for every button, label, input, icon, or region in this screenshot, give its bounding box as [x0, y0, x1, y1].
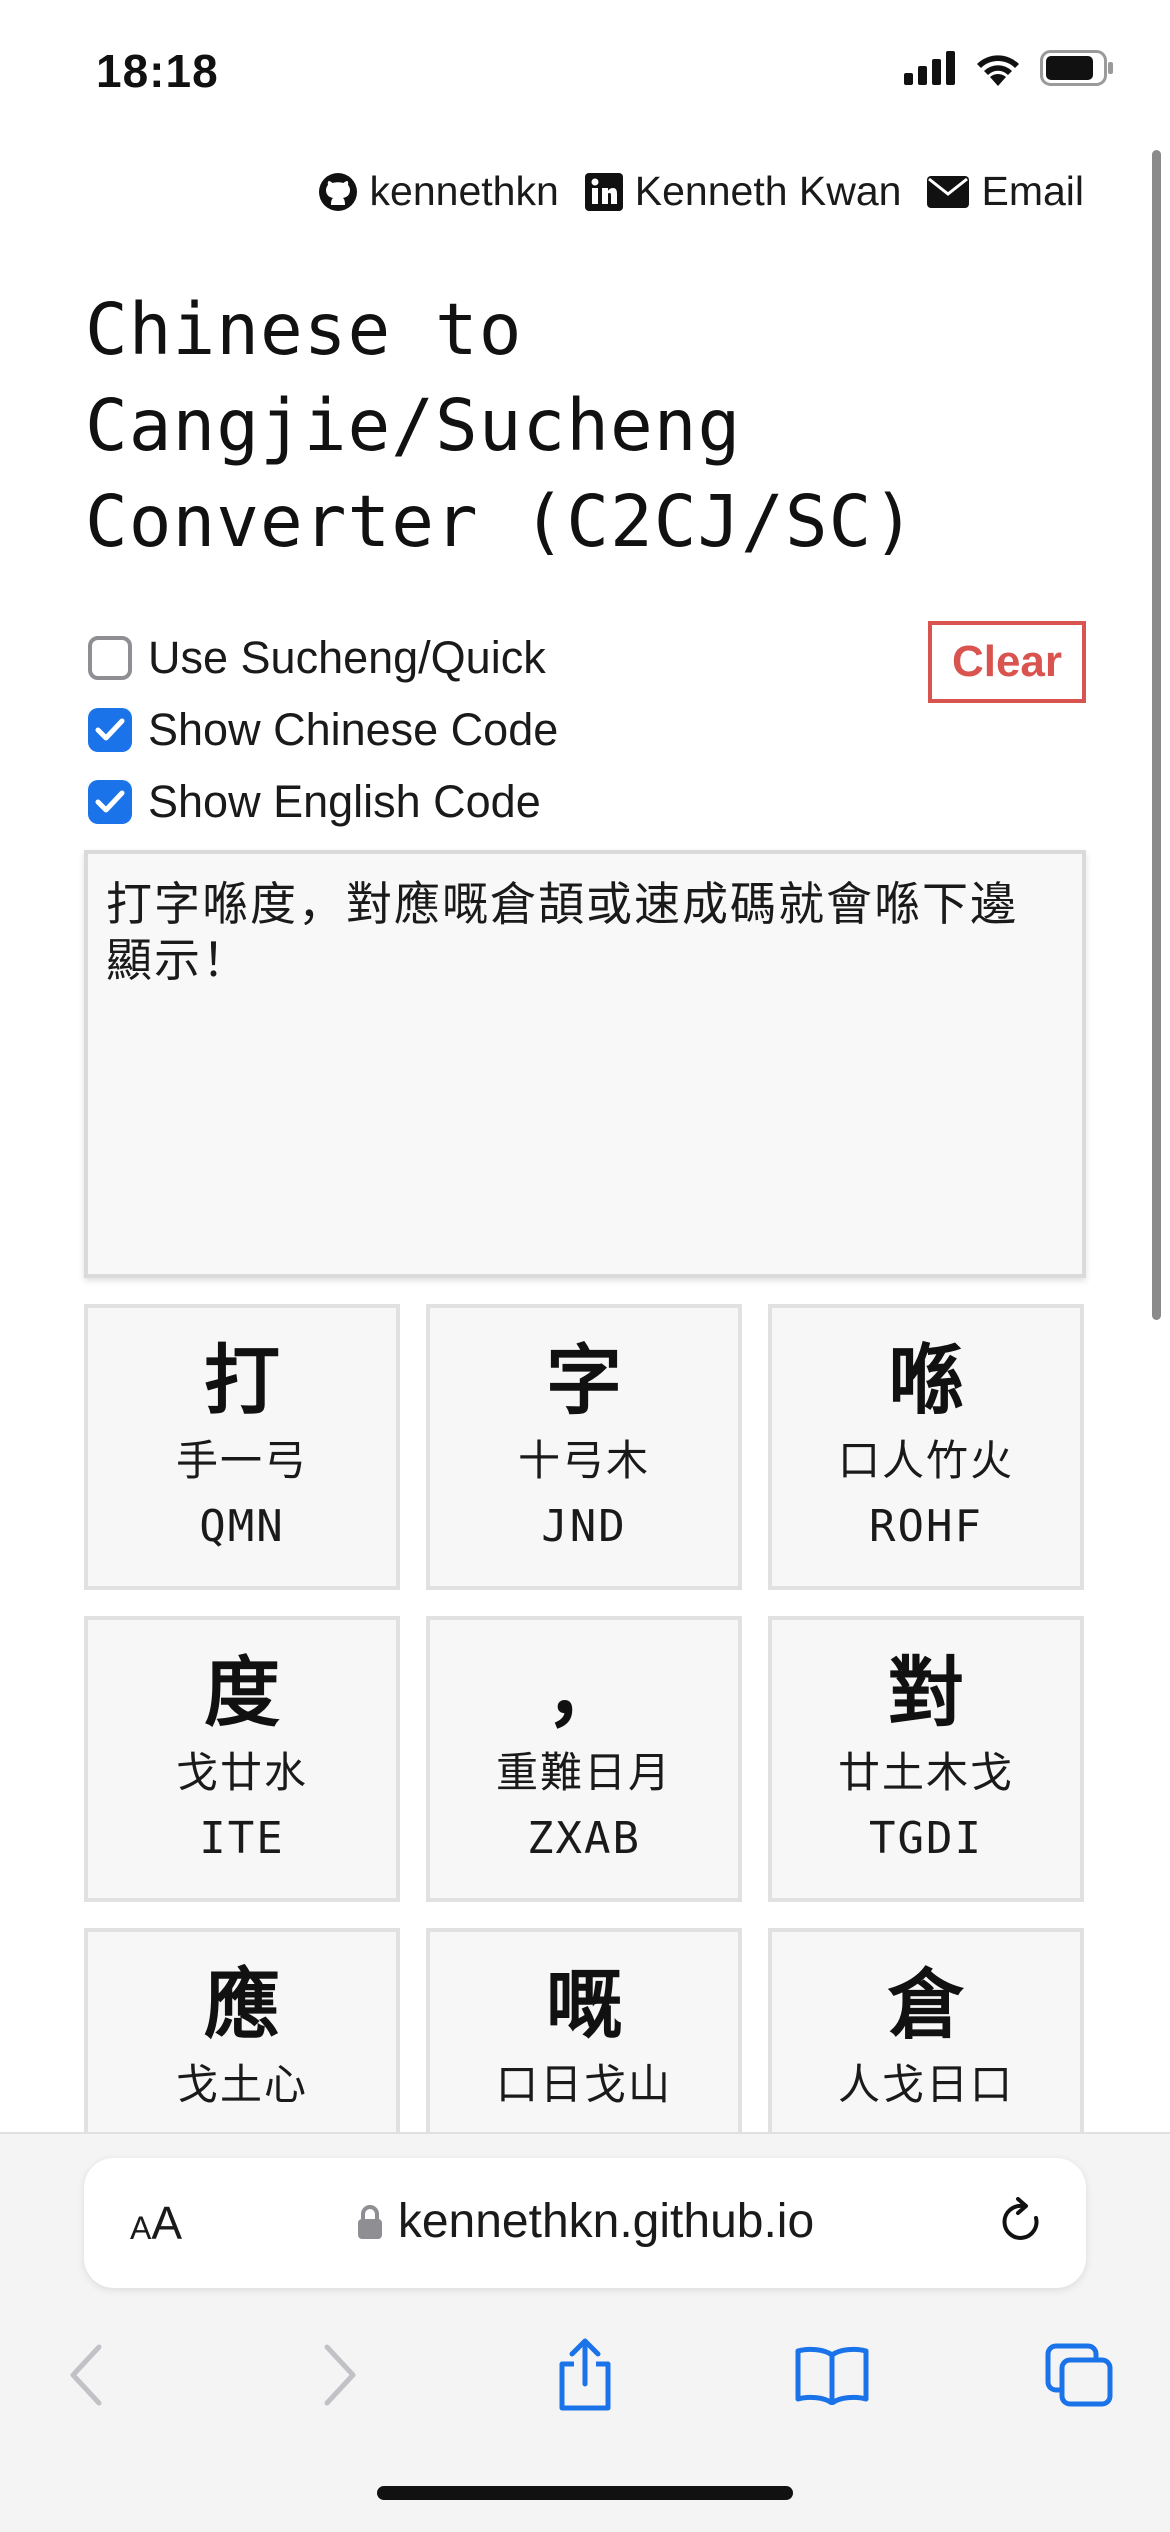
- result-card: 對廿土木戈 TGDI: [768, 1616, 1084, 1902]
- result-english-code: ITE: [199, 1813, 285, 1864]
- page-title: Chinese to Cangjie/Sucheng Converter (C2…: [85, 288, 917, 563]
- browser-nav: [0, 2320, 1170, 2430]
- browser-toolbar: AA kennethkn.github.io: [0, 2132, 1170, 2532]
- back-button[interactable]: [32, 2320, 142, 2430]
- share-icon: [559, 2338, 611, 2411]
- result-chinese-code: 手一弓: [175, 1437, 308, 1484]
- address-bar[interactable]: AA kennethkn.github.io: [84, 2158, 1086, 2288]
- result-card: 字十弓木 JND: [426, 1304, 742, 1590]
- result-english-code: TGDI: [869, 1813, 983, 1864]
- github-link[interactable]: kennethkn: [318, 168, 559, 215]
- email-label: Email: [981, 168, 1084, 214]
- result-card: 打手一弓 QMN: [84, 1304, 400, 1590]
- result-english-code: ROHF: [869, 1501, 983, 1552]
- sucheng-label: Use Sucheng/Quick: [148, 632, 546, 683]
- book-icon: [795, 2346, 869, 2405]
- result-chinese-code: 戈廿水: [175, 1749, 308, 1796]
- page-scrollbar[interactable]: [1152, 150, 1161, 1320]
- sucheng-option[interactable]: Use Sucheng/Quick: [88, 622, 558, 694]
- options-group: Use Sucheng/Quick Show Chinese Code Show…: [88, 622, 558, 838]
- chinese-text-input[interactable]: 打字喺度，對應嘅倉頡或速成碼就會喺下邊顯示！: [84, 850, 1086, 1278]
- chinese-code-checkbox[interactable]: [88, 708, 132, 752]
- lock-icon: [357, 2204, 382, 2239]
- status-icons: [904, 50, 1114, 86]
- page: 18:18 kennethkn Kenneth Kwan Email Chine…: [0, 0, 1170, 2532]
- result-chinese-code: 重難日月: [495, 1749, 672, 1796]
- social-links: kennethkn Kenneth Kwan Email: [318, 168, 1084, 215]
- result-char: 應: [204, 1963, 280, 2048]
- result-char: 倉: [888, 1963, 964, 2048]
- github-icon: [318, 172, 357, 211]
- share-button[interactable]: [530, 2320, 640, 2430]
- chinese-code-label: Show Chinese Code: [148, 704, 559, 755]
- result-chinese-code: 口日戈山: [495, 2061, 672, 2108]
- result-char: 打: [204, 1339, 280, 1424]
- linkedin-icon: [584, 172, 623, 211]
- chevron-right-icon: [324, 2344, 356, 2406]
- status-time: 18:18: [96, 45, 219, 97]
- status-bar: 18:18: [0, 0, 1170, 140]
- wifi-icon: [977, 55, 1019, 86]
- result-char: ，: [546, 1651, 622, 1736]
- email-link[interactable]: Email: [927, 168, 1084, 215]
- result-chinese-code: 戈土心: [175, 2061, 308, 2108]
- checkmark-icon: [95, 718, 125, 741]
- result-char: 喺: [888, 1339, 964, 1424]
- tabs-button[interactable]: [1024, 2320, 1134, 2430]
- english-code-checkbox[interactable]: [88, 780, 132, 824]
- result-card: 喺口人竹火 ROHF: [768, 1304, 1084, 1590]
- reload-icon: [1002, 2197, 1039, 2240]
- sucheng-checkbox[interactable]: [88, 636, 132, 680]
- url-text: kennethkn.github.io: [397, 2195, 815, 2248]
- result-char: 嘅: [546, 1963, 622, 2048]
- result-char: 對: [888, 1651, 964, 1736]
- bookmarks-button[interactable]: [777, 2320, 887, 2430]
- url-display[interactable]: kennethkn.github.io: [84, 2194, 1086, 2249]
- result-char: 字: [546, 1339, 622, 1424]
- reload-button[interactable]: [998, 2196, 1046, 2253]
- result-chinese-code: 口人竹火: [837, 1437, 1014, 1484]
- home-indicator: [377, 2486, 793, 2500]
- forward-button[interactable]: [284, 2320, 394, 2430]
- result-card: ， 重難日月 ZXAB: [426, 1616, 742, 1902]
- battery-icon: [1040, 50, 1113, 86]
- cellular-signal-icon: [904, 51, 955, 85]
- result-english-code: QMN: [199, 1501, 285, 1552]
- english-code-option[interactable]: Show English Code: [88, 766, 558, 838]
- result-english-code: JND: [541, 1501, 627, 1552]
- result-card: 度戈廿水 ITE: [84, 1616, 400, 1902]
- english-code-label: Show English Code: [148, 776, 541, 827]
- result-char: 度: [204, 1651, 280, 1736]
- tabs-icon: [1045, 2343, 1113, 2407]
- envelope-icon: [927, 175, 970, 208]
- result-chinese-code: 廿土木戈: [837, 1749, 1014, 1796]
- linkedin-link[interactable]: Kenneth Kwan: [584, 168, 902, 215]
- github-label: kennethkn: [369, 168, 559, 214]
- chinese-code-option[interactable]: Show Chinese Code: [88, 694, 558, 766]
- result-english-code: ZXAB: [527, 1813, 641, 1864]
- checkmark-icon: [95, 790, 125, 813]
- chevron-left-icon: [70, 2344, 102, 2406]
- linkedin-label: Kenneth Kwan: [634, 168, 902, 214]
- result-chinese-code: 人戈日口: [837, 2061, 1014, 2108]
- clear-button[interactable]: Clear: [928, 621, 1086, 703]
- result-chinese-code: 十弓木: [517, 1437, 650, 1484]
